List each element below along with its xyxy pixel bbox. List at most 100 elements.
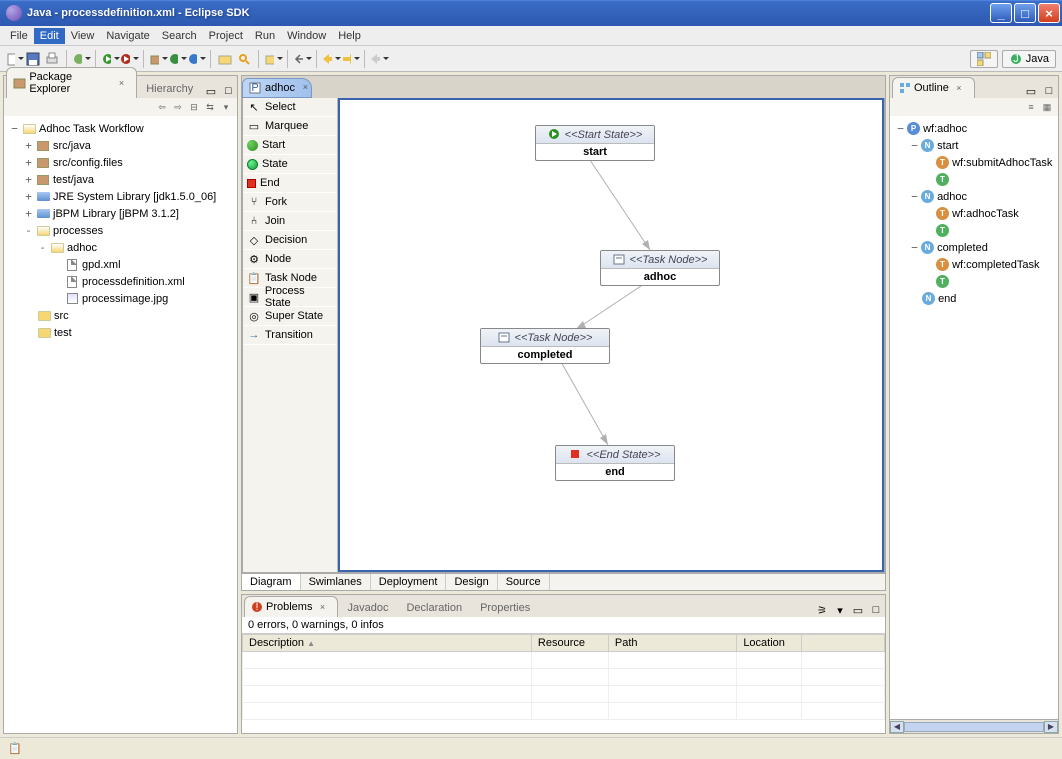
editor-tab-adhoc[interactable]: P adhoc × — [242, 78, 312, 98]
tab-javadoc[interactable]: Javadoc — [340, 598, 397, 617]
col-description[interactable]: Description ▲ — [243, 635, 532, 652]
tab-close-icon[interactable]: × — [115, 76, 128, 90]
menu-run[interactable]: Run — [249, 28, 281, 44]
outline-tree-mode[interactable]: ≡ — [1024, 100, 1038, 114]
maximize-button[interactable]: □ — [1014, 3, 1036, 23]
save-button[interactable] — [25, 51, 41, 67]
annotation-nav-button[interactable] — [265, 51, 281, 67]
tab-outline[interactable]: Outline × — [892, 77, 975, 98]
tree-item[interactable]: src/config.files — [53, 157, 123, 169]
tab-swimlanes[interactable]: Swimlanes — [301, 574, 371, 590]
minimize-view-button[interactable]: ▭ — [204, 84, 217, 98]
palette-join[interactable]: ⑃Join — [243, 212, 337, 231]
outline-scrollbar[interactable]: ◀ ▶ — [890, 719, 1058, 733]
scroll-thumb[interactable] — [904, 722, 1044, 732]
outline-tree[interactable]: −P wf:adhoc −N start T wf:submitAdhocTas… — [890, 116, 1058, 311]
java-perspective-button[interactable]: J Java — [1002, 50, 1056, 68]
menu-file[interactable]: File — [4, 28, 34, 44]
package-tree[interactable]: − Adhoc Task Workflow +src/java +src/con… — [4, 116, 237, 345]
new-button[interactable] — [6, 51, 22, 67]
open-type-button[interactable] — [217, 51, 233, 67]
last-edit-button[interactable] — [294, 51, 310, 67]
minimize-view-button[interactable]: ▭ — [851, 603, 865, 617]
forward-nav-button[interactable] — [342, 51, 358, 67]
outline-item[interactable]: adhoc — [937, 191, 967, 203]
palette-node[interactable]: ⚙Node — [243, 250, 337, 269]
back-button[interactable] — [371, 51, 387, 67]
menu-help[interactable]: Help — [332, 28, 367, 44]
palette-end[interactable]: End — [243, 174, 337, 193]
menu-view[interactable]: View — [65, 28, 101, 44]
maximize-view-button[interactable]: □ — [222, 84, 235, 98]
search-button[interactable] — [236, 51, 252, 67]
col-path[interactable]: Path — [608, 635, 736, 652]
outline-item[interactable]: wf:completedTask — [952, 259, 1039, 271]
tree-item[interactable]: src — [54, 310, 69, 322]
run-ext-button[interactable] — [121, 51, 137, 67]
tab-source[interactable]: Source — [498, 574, 550, 590]
open-perspective-button[interactable] — [970, 50, 998, 68]
tree-item[interactable]: gpd.xml — [82, 259, 121, 271]
menu-edit[interactable]: Edit — [34, 28, 65, 44]
minimize-view-button[interactable]: ▭ — [1024, 84, 1038, 98]
palette-fork[interactable]: ⑂Fork — [243, 193, 337, 212]
problems-table[interactable]: Description ▲ Resource Path Location — [242, 634, 885, 720]
palette-decision[interactable]: ◇Decision — [243, 231, 337, 250]
tree-project[interactable]: Adhoc Task Workflow — [39, 123, 144, 135]
tree-item[interactable]: JRE System Library [jdk1.5.0_06] — [53, 191, 216, 203]
node-adhoc[interactable]: <<Task Node>> adhoc — [600, 250, 720, 286]
forward-button[interactable]: ⇨ — [171, 100, 185, 114]
view-menu-button[interactable]: ▾ — [219, 100, 233, 114]
scroll-right-button[interactable]: ▶ — [1044, 721, 1058, 733]
filter-button[interactable]: ⚞ — [815, 603, 829, 617]
maximize-view-button[interactable]: □ — [869, 603, 883, 617]
tab-close-icon[interactable]: × — [952, 81, 966, 95]
tree-item[interactable]: adhoc — [67, 242, 97, 254]
tab-diagram[interactable]: Diagram — [242, 574, 301, 590]
tree-item[interactable]: processes — [53, 225, 103, 237]
palette-transition[interactable]: →Transition — [243, 326, 337, 345]
tab-hierarchy[interactable]: Hierarchy — [139, 79, 202, 98]
palette-marquee[interactable]: ▭Marquee — [243, 117, 337, 136]
tree-item[interactable]: processimage.jpg — [82, 293, 168, 305]
menu-project[interactable]: Project — [203, 28, 249, 44]
tree-item[interactable]: processdefinition.xml — [82, 276, 185, 288]
tree-item[interactable]: test — [54, 327, 72, 339]
menu-search[interactable]: Search — [156, 28, 203, 44]
scroll-left-button[interactable]: ◀ — [890, 721, 904, 733]
palette-select[interactable]: ↖Select — [243, 98, 337, 117]
col-location[interactable]: Location — [737, 635, 801, 652]
back-nav-button[interactable] — [323, 51, 339, 67]
run-button[interactable] — [102, 51, 118, 67]
outline-item[interactable]: end — [938, 293, 956, 305]
tab-properties[interactable]: Properties — [473, 598, 539, 617]
tab-deployment[interactable]: Deployment — [371, 574, 447, 590]
tab-package-explorer[interactable]: Package Explorer × — [6, 67, 137, 98]
tree-item[interactable]: jBPM Library [jBPM 3.1.2] — [53, 208, 179, 220]
outline-item[interactable]: wf:adhocTask — [952, 208, 1019, 220]
view-menu-button[interactable]: ▾ — [833, 603, 847, 617]
collapse-all-button[interactable]: ⊟ — [187, 100, 201, 114]
tab-design[interactable]: Design — [446, 574, 497, 590]
diagram-canvas[interactable]: <<Start State>> start <<Task Node>> adho… — [338, 98, 884, 572]
tab-declaration[interactable]: Declaration — [399, 598, 471, 617]
tree-item[interactable]: src/java — [53, 140, 91, 152]
outline-item[interactable]: start — [937, 140, 958, 152]
outline-overview-mode[interactable]: ▦ — [1040, 100, 1054, 114]
close-button[interactable]: × — [1038, 3, 1060, 23]
back-button[interactable]: ⇦ — [155, 100, 169, 114]
maximize-view-button[interactable]: □ — [1042, 84, 1056, 98]
debug-button[interactable] — [73, 51, 89, 67]
new-type-button[interactable] — [188, 51, 204, 67]
print-button[interactable] — [44, 51, 60, 67]
node-start[interactable]: <<Start State>> start — [535, 125, 655, 161]
new-class-button[interactable] — [169, 51, 185, 67]
link-editor-button[interactable]: ⇆ — [203, 100, 217, 114]
menu-navigate[interactable]: Navigate — [100, 28, 155, 44]
outline-item[interactable]: wf:submitAdhocTask — [952, 157, 1052, 169]
close-icon[interactable]: × — [303, 82, 308, 92]
palette-superstate[interactable]: ◎Super State — [243, 307, 337, 326]
new-package-button[interactable] — [150, 51, 166, 67]
tree-item[interactable]: test/java — [53, 174, 94, 186]
palette-start[interactable]: Start — [243, 136, 337, 155]
